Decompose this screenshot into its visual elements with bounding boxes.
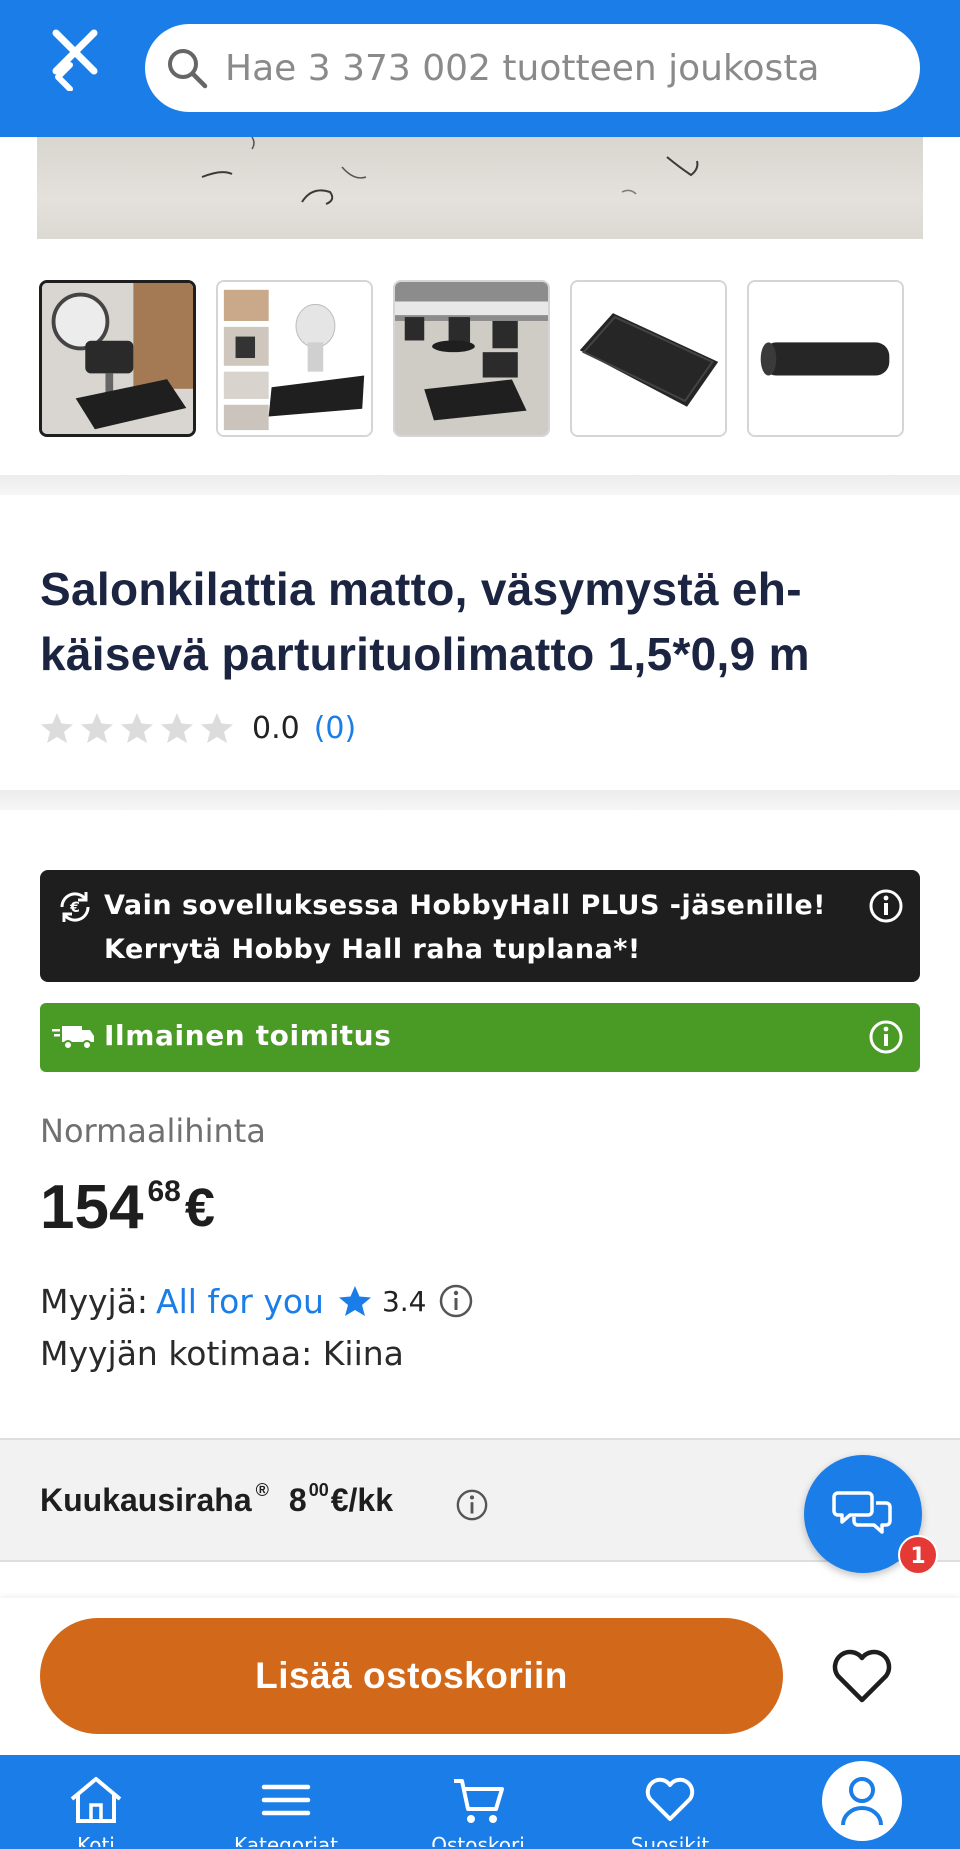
product-title: Salonkilattia matto, väsymystä eh-käisev… bbox=[40, 563, 810, 680]
nav-categories[interactable]: Kategoriat bbox=[226, 1775, 346, 1849]
product-main-image[interactable] bbox=[37, 137, 923, 239]
star-icon bbox=[338, 1286, 371, 1316]
add-to-cart-button[interactable]: Lisää ostoskoriin bbox=[40, 1618, 783, 1734]
monthly-unit: €/kk bbox=[330, 1482, 393, 1518]
monthly-label: Kuukausiraha bbox=[40, 1482, 252, 1518]
chat-bubbles-icon bbox=[832, 1491, 892, 1534]
seller-name-link[interactable]: All for you bbox=[156, 1282, 324, 1321]
section-divider bbox=[0, 790, 960, 810]
nav-favourites[interactable]: Suosikit bbox=[610, 1775, 730, 1849]
rating-stars bbox=[40, 711, 234, 745]
promo-text: Vain sovelluksessa HobbyHall PLUS -jäsen… bbox=[104, 890, 826, 965]
thumbnail-gallery bbox=[39, 280, 919, 437]
info-icon[interactable] bbox=[438, 1283, 474, 1319]
rating-row[interactable]: 0.0 (0) bbox=[40, 705, 356, 751]
seller-score: 3.4 bbox=[381, 1284, 427, 1318]
chat-notification-badge: 1 bbox=[898, 1535, 938, 1575]
seller-country: Myyjän kotimaa: Kiina bbox=[40, 1334, 404, 1373]
profile-icon bbox=[841, 1777, 883, 1826]
nav-home[interactable]: Koti bbox=[36, 1775, 156, 1849]
close-icon[interactable] bbox=[48, 25, 104, 92]
price: 154 68 € bbox=[40, 1174, 215, 1242]
free-shipping-banner: Ilmainen toimitus bbox=[40, 1003, 920, 1072]
search-icon bbox=[168, 49, 208, 89]
thumbnail-1[interactable] bbox=[39, 280, 196, 437]
thumbnail-4[interactable] bbox=[570, 280, 727, 437]
thumbnail-2[interactable] bbox=[216, 280, 373, 437]
thumbnail-3[interactable] bbox=[393, 280, 550, 437]
search-input[interactable] bbox=[225, 47, 885, 89]
heart-icon bbox=[645, 1777, 695, 1821]
nav-home-label: Koti bbox=[77, 1833, 115, 1847]
heart-icon[interactable] bbox=[830, 1648, 894, 1706]
star-icon bbox=[121, 713, 153, 743]
top-header bbox=[0, 0, 960, 137]
plus-promo-banner: € Vain sovelluksessa HobbyHall PLUS -jäs… bbox=[40, 870, 920, 982]
info-icon[interactable] bbox=[868, 1019, 904, 1055]
nav-favourites-label: Suosikit bbox=[630, 1833, 710, 1847]
rating-value: 0.0 bbox=[252, 710, 300, 746]
info-icon[interactable] bbox=[868, 888, 904, 924]
euro-refresh-icon: € bbox=[60, 892, 90, 922]
star-icon bbox=[81, 713, 113, 743]
bottom-navigation: Koti Kategoriat Ostoskori Suosikit bbox=[0, 1755, 960, 1849]
review-count-link[interactable]: (0) bbox=[314, 711, 357, 746]
price-decimals: 68 bbox=[147, 1175, 181, 1208]
nav-cart[interactable]: Ostoskori bbox=[418, 1775, 538, 1849]
star-icon bbox=[201, 713, 233, 743]
star-icon bbox=[41, 713, 73, 743]
svg-text:€: € bbox=[69, 900, 80, 916]
nav-profile[interactable] bbox=[822, 1761, 902, 1841]
seller-prefix: Myyjä: bbox=[40, 1281, 149, 1321]
section-divider bbox=[0, 475, 960, 495]
search-bar[interactable] bbox=[145, 24, 920, 112]
cart-icon bbox=[454, 1779, 504, 1823]
truck-icon bbox=[52, 1026, 94, 1050]
seller-row: Myyjä: All for you 3.4 bbox=[40, 1278, 474, 1324]
thumbnail-5[interactable] bbox=[747, 280, 904, 437]
monthly-amount-decimals: 00 bbox=[308, 1480, 329, 1500]
star-icon bbox=[161, 713, 193, 743]
price-currency: € bbox=[184, 1178, 215, 1238]
price-integer: 154 bbox=[40, 1173, 144, 1242]
info-icon[interactable] bbox=[455, 1488, 489, 1522]
add-to-cart-bar: Lisää ostoskoriin bbox=[0, 1598, 960, 1755]
shipping-text: Ilmainen toimitus bbox=[104, 1019, 392, 1052]
menu-icon bbox=[261, 1784, 311, 1816]
registered-mark: ® bbox=[255, 1480, 269, 1500]
home-icon bbox=[70, 1777, 122, 1823]
nav-cart-label: Ostoskori bbox=[431, 1833, 525, 1847]
price-label: Normaalihinta bbox=[40, 1112, 266, 1150]
monthly-amount: 8 bbox=[288, 1482, 307, 1518]
nav-categories-label: Kategoriat bbox=[234, 1833, 338, 1847]
